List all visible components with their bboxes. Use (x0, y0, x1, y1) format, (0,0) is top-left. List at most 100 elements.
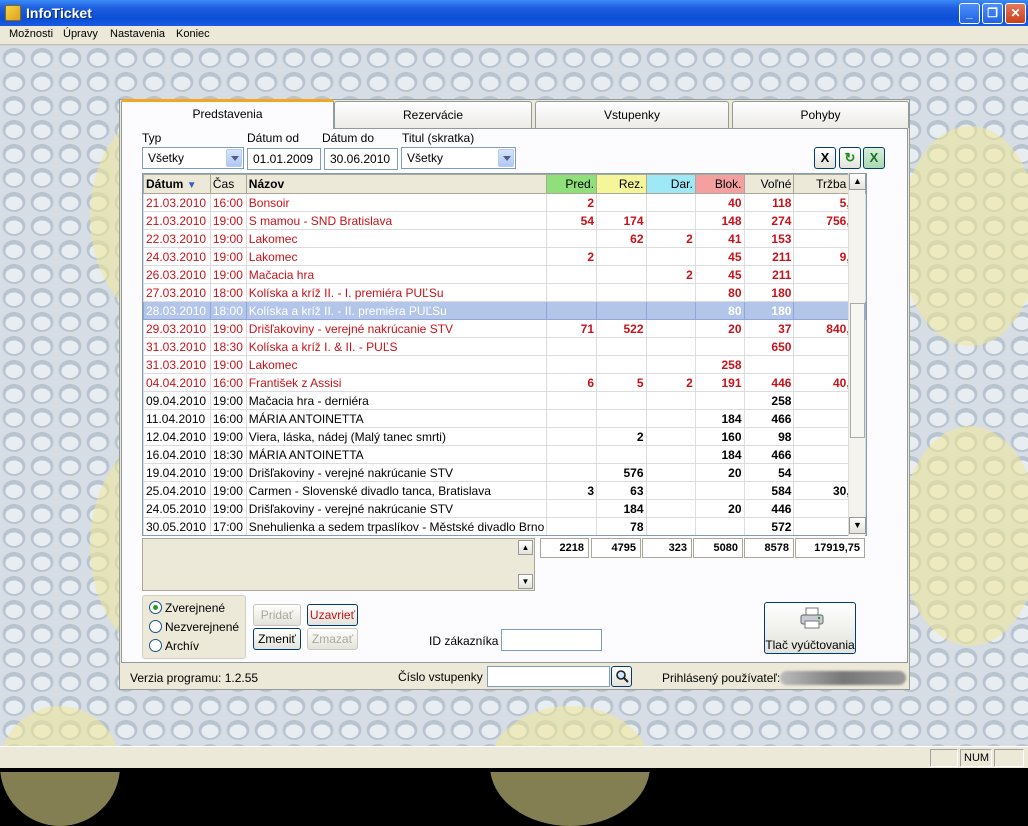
num-lock-indicator: NUM (960, 749, 992, 767)
radio-zverejnene[interactable]: Zverejnené (149, 601, 225, 615)
search-icon[interactable] (611, 666, 632, 687)
column-blok[interactable]: Blok. (694, 174, 745, 194)
excel-export-icon[interactable]: X (863, 147, 885, 169)
performances-table[interactable]: Dátum ▼ Čas Názov Pred. Rez. Dar. Blok. … (142, 173, 867, 536)
cell-datum: 21.03.2010 (143, 193, 211, 212)
cell-nazov: Drišľakoviny - verejné nakrúcanie STV (245, 499, 548, 518)
zmenit-button[interactable]: Zmeniť (253, 628, 301, 650)
cell-volne: 37 (743, 319, 795, 338)
datum-do-input[interactable]: 30.06.2010 (324, 148, 398, 170)
table-row[interactable]: 11.04.2010 16:00 MÁRIA ANTOINETTA 184 466 (143, 409, 866, 428)
printer-icon (800, 607, 824, 629)
table-row[interactable]: 16.04.2010 18:30 MÁRIA ANTOINETTA 184 466 (143, 445, 866, 464)
table-row[interactable]: 29.03.2010 19:00 Drišľakoviny - verejné na… (143, 319, 866, 338)
table-row[interactable]: 26.03.2010 19:00 Mačacia hra 2 45 211 (143, 265, 866, 284)
menu-upravy[interactable]: Úpravy (63, 28, 98, 40)
cell-pred (546, 499, 598, 518)
close-button[interactable]: ✕ (1005, 3, 1026, 24)
scroll-thumb[interactable] (850, 303, 865, 438)
table-row[interactable]: 22.03.2010 19:00 Lakomec 62 2 41 153 (143, 229, 866, 248)
tab-rezervacie[interactable]: Rezervácie (334, 101, 532, 128)
chevron-down-icon[interactable] (226, 149, 242, 167)
table-row[interactable]: 21.03.2010 19:00 S mamou - SND Bratislava 5… (143, 211, 866, 230)
scroll-up-icon[interactable]: ▲ (518, 540, 533, 555)
scroll-down-icon[interactable]: ▼ (518, 574, 533, 589)
cell-nazov: Carmen - Slovenské divadlo tanca, Bratis… (245, 481, 548, 500)
minimize-button[interactable]: _ (959, 3, 980, 24)
typ-select[interactable]: Všetky (142, 147, 244, 169)
refresh-icon[interactable]: ↻ (839, 147, 861, 169)
scroll-up-icon[interactable]: ▲ (849, 173, 866, 190)
menu-koniec[interactable]: Koniec (176, 28, 210, 40)
table-row[interactable]: 21.03.201016:00Bonsoir2401185,00 (143, 193, 866, 212)
column-volne[interactable]: Voľné (743, 174, 795, 194)
total-volne: 8578 (744, 538, 794, 558)
table-row[interactable]: 28.03.2010 18:00 Kolíska a kríž II. - II. … (143, 301, 866, 320)
tab-pohyby[interactable]: Pohyby (732, 101, 909, 128)
column-pred[interactable]: Pred. (546, 174, 598, 194)
magnifier-glyph (615, 670, 629, 683)
total-rez: 4795 (591, 538, 641, 558)
cell-rez: 2 (596, 427, 647, 446)
cell-nazov: František z Assisi (245, 373, 548, 392)
cell-blok: 45 (694, 247, 745, 266)
ticket-number-input[interactable] (487, 666, 610, 687)
table-row[interactable]: 24.03.201019:00Lakomec2452119,00 (143, 247, 866, 266)
table-row[interactable]: 31.03.2010 19:00 Lakomec 258 (143, 355, 866, 374)
table-row[interactable]: 12.04.2010 19:00 Viera, láska, nádej (Malý… (143, 427, 866, 446)
cell-dar (645, 409, 696, 428)
column-cas[interactable]: Čas (209, 174, 247, 194)
radio-dot[interactable] (149, 639, 162, 652)
cell-cas: 19:00 (209, 211, 247, 230)
cell-nazov: Kolíska a kríž II. - II. premiéra PUĽSu (245, 301, 548, 320)
radio-archiv[interactable]: Archív (149, 639, 199, 653)
customer-id-input[interactable] (501, 629, 602, 651)
column-nazov[interactable]: Názov (245, 174, 548, 194)
cell-volne: 54 (743, 463, 795, 482)
maximize-button[interactable]: ❐ (982, 3, 1003, 24)
radio-dot[interactable] (149, 601, 162, 614)
title-bar[interactable]: InfoTicket _ ❐ ✕ (0, 0, 1028, 26)
notes-textarea[interactable]: ▲ ▼ (142, 538, 535, 591)
zmazat-button[interactable]: Zmazať (307, 628, 358, 650)
cell-datum: 11.04.2010 (143, 409, 211, 428)
cell-blok (694, 517, 745, 535)
print-statement-label: Tlač vyúčtovania (765, 638, 855, 652)
table-row[interactable]: 30.05.2010 17:00 Snehulienka a sedem trpas… (143, 517, 866, 535)
table-row[interactable]: 24.05.2010 19:00 Drišľakoviny - verejné na… (143, 499, 866, 518)
radio-dot[interactable] (149, 620, 162, 633)
cell-rez (596, 445, 647, 464)
cell-dar: 2 (645, 229, 696, 248)
titul-select[interactable]: Všetky (401, 147, 516, 169)
table-row[interactable]: 31.03.2010 18:30 Kolíska a kríž I. & II. -… (143, 337, 866, 356)
uzavriet-button[interactable]: Uzavrieť (307, 604, 358, 626)
column-rez[interactable]: Rez. (596, 174, 647, 194)
table-row[interactable]: 25.04.2010 19:00 Carmen - Slovenské divadl… (143, 481, 866, 500)
table-row[interactable]: 09.04.2010 19:00 Mačacia hra - derniéra 258 (143, 391, 866, 410)
cell-rez (596, 337, 647, 356)
chevron-down-icon[interactable] (498, 149, 514, 167)
radio-nezverejnene[interactable]: Nezverejnené (149, 620, 239, 634)
cell-datum: 21.03.2010 (143, 211, 211, 230)
cell-pred (546, 355, 598, 374)
datum-od-input[interactable]: 01.01.2009 (247, 148, 321, 170)
cell-blok: 80 (694, 283, 745, 302)
scroll-down-icon[interactable]: ▼ (849, 517, 866, 534)
table-scrollbar[interactable]: ▲ ▼ (848, 173, 866, 536)
column-dar[interactable]: Dar. (645, 174, 696, 194)
table-row[interactable]: 27.03.2010 18:00 Kolíska a kríž II. - I. p… (143, 283, 866, 302)
menu-nastavenia[interactable]: Nastavenia (110, 28, 165, 40)
column-datum[interactable]: Dátum ▼ (143, 174, 211, 194)
table-row[interactable]: 04.04.2010 16:00 František z Assisi 6 5 2 191 4… (143, 373, 866, 392)
pridat-button[interactable]: Pridať (253, 604, 301, 626)
table-row[interactable]: 19.04.2010 19:00 Drišľakoviny - verejné na… (143, 463, 866, 482)
tab-predstavenia[interactable]: Predstavenia (121, 99, 334, 129)
logged-user-label: Prihlásený používateľ: (662, 671, 781, 685)
total-pred: 2218 (540, 538, 589, 558)
cell-pred (546, 283, 598, 302)
cell-rez: 78 (596, 517, 647, 535)
clear-filter-button[interactable]: X (814, 147, 836, 169)
print-statement-button[interactable]: Tlač vyúčtovania (764, 602, 856, 654)
menu-moznosti[interactable]: Možnosti (9, 28, 53, 40)
tab-vstupenky[interactable]: Vstupenky (535, 101, 729, 128)
